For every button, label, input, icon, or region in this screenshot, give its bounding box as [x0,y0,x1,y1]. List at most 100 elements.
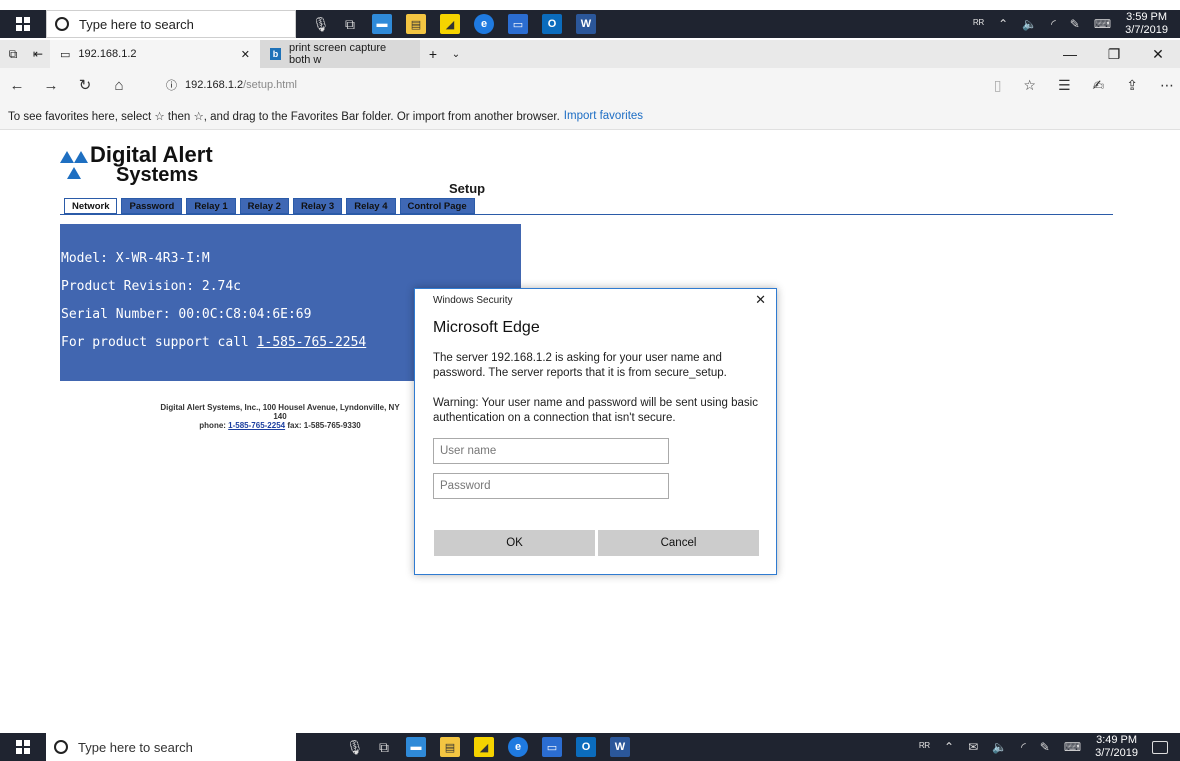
support-phone-link[interactable]: 1-585-765-2254 [257,335,367,350]
tab-relay-2[interactable]: Relay 2 [239,198,289,214]
store-icon[interactable]: ▤ [406,14,426,34]
clock-time: 3:49 PM [1096,734,1138,746]
sticky-notes-icon[interactable]: ◢ [440,14,460,34]
info-icon[interactable]: ⓘ [166,77,177,93]
dialog-warning: Warning: Your user name and password wil… [433,397,758,424]
url-path: /setup.html [243,79,297,91]
tab-actions-icon[interactable]: ⧉ [0,47,26,62]
model-text: Model: X-WR-4R3-I:M [61,251,210,266]
cancel-button[interactable]: Cancel [598,530,759,556]
tabs-underline [60,214,1113,215]
page-footer: Digital Alert Systems, Inc., 100 Housel … [160,403,400,430]
chevron-up-icon[interactable]: ⌃ [944,740,954,754]
taskbar-apps: 🎙 ⧉ ▬ ▤ ◢ e ▭ O W [330,733,630,761]
outlook-icon[interactable]: O [576,737,596,757]
restore-icon[interactable]: ❐ [1092,46,1136,63]
username-field[interactable]: User name [433,438,669,464]
favorites-hub-icon[interactable]: ☰ [1058,77,1071,94]
mail-icon[interactable]: ▭ [542,737,562,757]
volume-icon[interactable]: 🔈 [1022,17,1037,31]
close-icon[interactable]: ✕ [755,292,766,308]
start-button[interactable] [0,733,46,761]
start-button[interactable] [0,10,46,38]
people-icon[interactable]: ᴿᴿ [919,740,930,754]
reading-view-icon[interactable]: ▯ [994,77,1002,94]
forward-icon[interactable]: → [34,77,68,94]
close-tab-icon[interactable]: ✕ [241,48,250,61]
tab-relay-1[interactable]: Relay 1 [186,198,236,214]
tab-control-page[interactable]: Control Page [399,198,475,214]
logo-line1: Digital Alert [90,142,213,167]
close-window-icon[interactable]: ✕ [1136,46,1180,63]
mic-icon[interactable]: 🎙 [346,739,364,756]
new-tab-icon[interactable]: + [420,46,446,62]
clock-date: 3/7/2019 [1095,747,1138,759]
tab-relay-3[interactable]: Relay 3 [292,198,343,214]
taskbar-search[interactable]: Type here to search [46,733,296,761]
set-aside-tabs-icon[interactable]: ⇤ [26,47,50,61]
store-icon[interactable]: ▤ [440,737,460,757]
footer-fax: fax: 1-585-765-9330 [285,421,361,430]
ok-button[interactable]: OK [434,530,595,556]
footer-address: Digital Alert Systems, Inc., 100 Housel … [160,403,400,421]
mail-icon[interactable]: ▭ [508,14,528,34]
back-icon[interactable]: ← [0,77,34,94]
footer-phone-link[interactable]: 1-585-765-2254 [228,421,285,430]
clock[interactable]: 3:59 PM 3/7/2019 [1125,11,1168,37]
file-explorer-icon[interactable]: ▬ [372,14,392,34]
setup-tabs: Network Password Relay 1 Relay 2 Relay 3… [64,198,475,214]
sticky-notes-icon[interactable]: ◢ [474,737,494,757]
action-center-icon[interactable] [1152,740,1168,754]
search-placeholder: Type here to search [78,739,193,755]
file-explorer-icon[interactable]: ▬ [406,737,426,757]
favorite-star-icon[interactable]: ☆ [1023,77,1036,94]
password-field[interactable]: Password [433,473,669,499]
taskbar-bottom: Type here to search 🎙 ⧉ ▬ ▤ ◢ e ▭ O W ᴿᴿ… [0,733,1180,761]
tab-active[interactable]: ▭ 192.168.1.2 ✕ [50,40,260,68]
edge-icon[interactable]: e [474,14,494,34]
taskbar-search[interactable]: Type here to search [46,10,296,38]
word-icon[interactable]: W [576,14,596,34]
notes-icon[interactable]: ✍ [1093,77,1105,94]
browser-tab-bar: ⧉ ⇤ ▭ 192.168.1.2 ✕ b print screen captu… [0,40,1180,68]
volume-icon[interactable]: 🔈 [992,740,1007,754]
task-view-icon[interactable]: ⧉ [342,16,358,33]
url-host: 192.168.1.2 [185,79,244,91]
pen-icon[interactable]: ✎ [1040,740,1050,754]
tab-inactive[interactable]: b print screen capture both w [260,40,420,68]
system-tray: ᴿᴿ ⌃ ✉ 🔈 ◜ ✎ ⌨ 3:49 PM 3/7/2019 [919,733,1180,761]
mic-icon[interactable]: 🎙 [312,16,330,33]
task-view-icon[interactable]: ⧉ [376,739,392,756]
tab-password[interactable]: Password [121,198,183,214]
import-favorites-link[interactable]: Import favorites [564,110,643,122]
word-icon[interactable]: W [610,737,630,757]
auth-dialog: Windows Security ✕ Microsoft Edge The se… [414,288,777,575]
dialog-message: The server 192.168.1.2 is asking for you… [433,352,727,379]
cortana-icon [54,740,68,754]
keyboard-icon[interactable]: ⌨ [1064,740,1081,754]
edge-icon[interactable]: e [508,737,528,757]
outlook-icon[interactable]: O [542,14,562,34]
favbar-message: To see favorites here, select ☆ then ☆, … [8,110,560,123]
wifi-icon[interactable]: ◜ [1021,740,1026,754]
cortana-icon [55,17,69,31]
tab-relay-4[interactable]: Relay 4 [346,198,396,214]
wifi-icon[interactable]: ◜ [1051,17,1056,31]
dialog-header-text: Windows Security [433,294,513,306]
chevron-up-icon[interactable]: ⌃ [998,17,1008,31]
more-icon[interactable]: ⋯ [1160,77,1174,94]
share-icon[interactable]: ⇪ [1126,77,1138,94]
clock[interactable]: 3:49 PM 3/7/2019 [1095,734,1138,760]
clock-date: 3/7/2019 [1125,24,1168,36]
mail-tray-icon[interactable]: ✉ [968,740,978,754]
minimize-icon[interactable]: — [1048,46,1092,63]
refresh-icon[interactable]: ↻ [68,76,102,94]
url-field[interactable]: ⓘ 192.168.1.2/setup.html [166,77,297,93]
tab-network[interactable]: Network [64,198,118,214]
keyboard-icon[interactable]: ⌨ [1094,17,1111,31]
chevron-down-icon[interactable]: ⌄ [446,49,466,60]
pen-icon[interactable]: ✎ [1070,17,1080,31]
system-tray: ᴿᴿ ⌃ 🔈 ◜ ✎ ⌨ 3:59 PM 3/7/2019 [973,10,1180,38]
people-icon[interactable]: ᴿᴿ [973,17,984,31]
home-icon[interactable]: ⌂ [102,77,136,94]
